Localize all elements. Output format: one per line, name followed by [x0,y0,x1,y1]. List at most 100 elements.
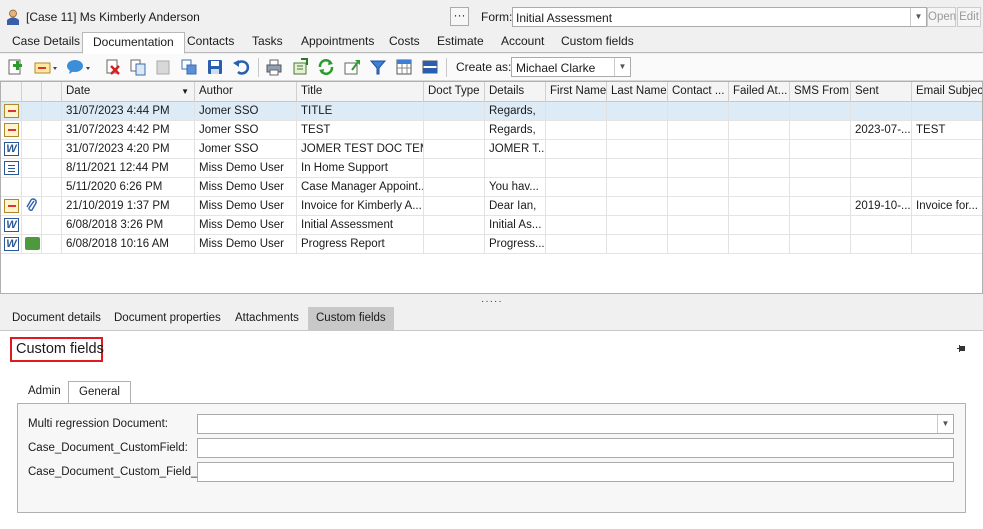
tab-account[interactable]: Account [499,32,546,53]
table-row[interactable]: W 6/08/2018 10:16 AM Miss Demo User Progres… [1,235,982,254]
upload-icon[interactable] [343,58,361,76]
edit-button[interactable]: Edit [957,7,981,27]
undo-icon[interactable] [232,58,250,76]
column-header-contact[interactable]: Contact ... [668,82,729,102]
tab-detail-custom-fields[interactable]: Custom fields [308,307,394,330]
column-header-title[interactable]: Title [297,82,424,102]
column-header-sent[interactable]: Sent [851,82,912,102]
cell-title: JOMER TEST DOC TEM... [297,140,424,159]
cell-subject [912,140,982,159]
grid-header: Date ▼ Author Title Doct Type Details Fir… [1,82,982,102]
tab-admin[interactable]: Admin [18,381,71,403]
print-icon[interactable] [265,58,283,76]
duplicate-icon[interactable] [180,58,198,76]
form-select[interactable]: Initial Assessment ▼ [512,7,927,27]
sms-icon[interactable] [66,58,92,76]
more-options-button[interactable]: ··· [450,7,469,26]
new-email-icon[interactable] [33,58,59,76]
cell-failed [729,197,790,216]
create-as-select[interactable]: Michael Clarke ▼ [511,57,631,77]
chevron-down-icon[interactable]: ▼ [937,415,953,433]
cell-sent [851,178,912,197]
table-row[interactable]: 31/07/2023 4:42 PM Jomer SSO TEST Regards, 2… [1,121,982,140]
cell-date: 31/07/2023 4:42 PM [62,121,195,140]
tab-general[interactable]: General [68,381,131,403]
multi-regression-select[interactable]: ▼ [197,414,954,434]
tab-document-properties[interactable]: Document properties [106,307,229,330]
cell-title: In Home Support [297,159,424,178]
table-row[interactable]: 21/10/2019 1:37 PM Miss Demo User Invoice … [1,197,982,216]
copy-icon[interactable] [129,58,147,76]
column-header-failed-at[interactable]: Failed At... [729,82,790,102]
open-button[interactable]: Open [927,7,956,27]
cell-sent: 2019-10-... [851,197,912,216]
table-row[interactable]: W 6/08/2018 3:26 PM Miss Demo User Initial … [1,216,982,235]
column-header-last-name[interactable]: Last Name [607,82,668,102]
pin-icon[interactable] [957,344,966,353]
cell-title: Initial Assessment [297,216,424,235]
cell-doc-type [424,121,485,140]
cell-failed [729,216,790,235]
column-header-details[interactable]: Details [485,82,546,102]
tab-contacts[interactable]: Contacts [185,32,236,53]
column-header-email-subject[interactable]: Email Subject [912,82,982,102]
custom-field-1-input[interactable] [197,462,954,482]
cell-first-name [546,140,607,159]
cell-failed [729,140,790,159]
column-header-author[interactable]: Author [195,82,297,102]
row-attach-cell [22,102,42,121]
save-icon[interactable] [206,58,224,76]
cell-subject [912,235,982,254]
tab-documentation[interactable]: Documentation [82,32,185,54]
table-row[interactable]: 8/11/2021 12:44 PM Miss Demo User In Home … [1,159,982,178]
filter-icon[interactable] [369,58,387,76]
add-document-icon[interactable] [6,58,24,76]
row-type-cell: W [1,235,22,254]
word-icon: W [4,142,19,156]
cell-sms-from [790,121,851,140]
column-header-doc-type[interactable]: Doct Type [424,82,485,102]
cell-subject [912,102,982,121]
chevron-down-icon[interactable]: ▼ [614,58,630,76]
split-icon[interactable] [421,58,439,76]
cell-contact [668,140,729,159]
refresh-icon[interactable] [317,58,335,76]
delete-icon[interactable] [104,58,122,76]
cell-last-name [607,121,668,140]
tab-tasks[interactable]: Tasks [250,32,285,53]
cell-title: TEST [297,121,424,140]
column-header-sms-from[interactable]: SMS From [790,82,851,102]
cell-date: 21/10/2019 1:37 PM [62,197,195,216]
export-icon[interactable] [291,58,309,76]
cell-contact [668,102,729,121]
tab-costs[interactable]: Costs [387,32,422,53]
table-row[interactable]: 31/07/2023 4:44 PM Jomer SSO TITLE Regards, [1,102,982,121]
tab-case-details[interactable]: Case Details [10,32,82,53]
cell-failed [729,121,790,140]
column-header-attach[interactable] [22,82,42,102]
tab-appointments[interactable]: Appointments [299,32,376,53]
columns-icon[interactable] [395,58,413,76]
cell-last-name [607,178,668,197]
cell-sent [851,140,912,159]
cell-sent: 2023-07-... [851,121,912,140]
column-header-date[interactable]: Date ▼ [62,82,195,102]
tab-attachments[interactable]: Attachments [227,307,307,330]
column-header-first-name[interactable]: First Name [546,82,607,102]
money-icon [25,237,40,250]
paste-icon[interactable] [154,58,172,76]
tab-estimate[interactable]: Estimate [435,32,486,53]
person-icon [7,9,19,25]
cell-subject: TEST [912,121,982,140]
tab-document-details[interactable]: Document details [4,307,109,330]
table-row[interactable]: W 31/07/2023 4:20 PM Jomer SSO JOMER TEST D… [1,140,982,159]
cell-title: TITLE [297,102,424,121]
cell-last-name [607,197,668,216]
custom-field-input[interactable] [197,438,954,458]
table-row[interactable]: 5/11/2020 6:26 PM Miss Demo User Case Mana… [1,178,982,197]
panel-splitter[interactable]: ····· [481,296,503,307]
tab-custom-fields[interactable]: Custom fields [559,32,636,53]
column-header-type[interactable] [1,82,22,102]
row-spacer-cell [42,235,62,254]
chevron-down-icon[interactable]: ▼ [910,8,926,26]
